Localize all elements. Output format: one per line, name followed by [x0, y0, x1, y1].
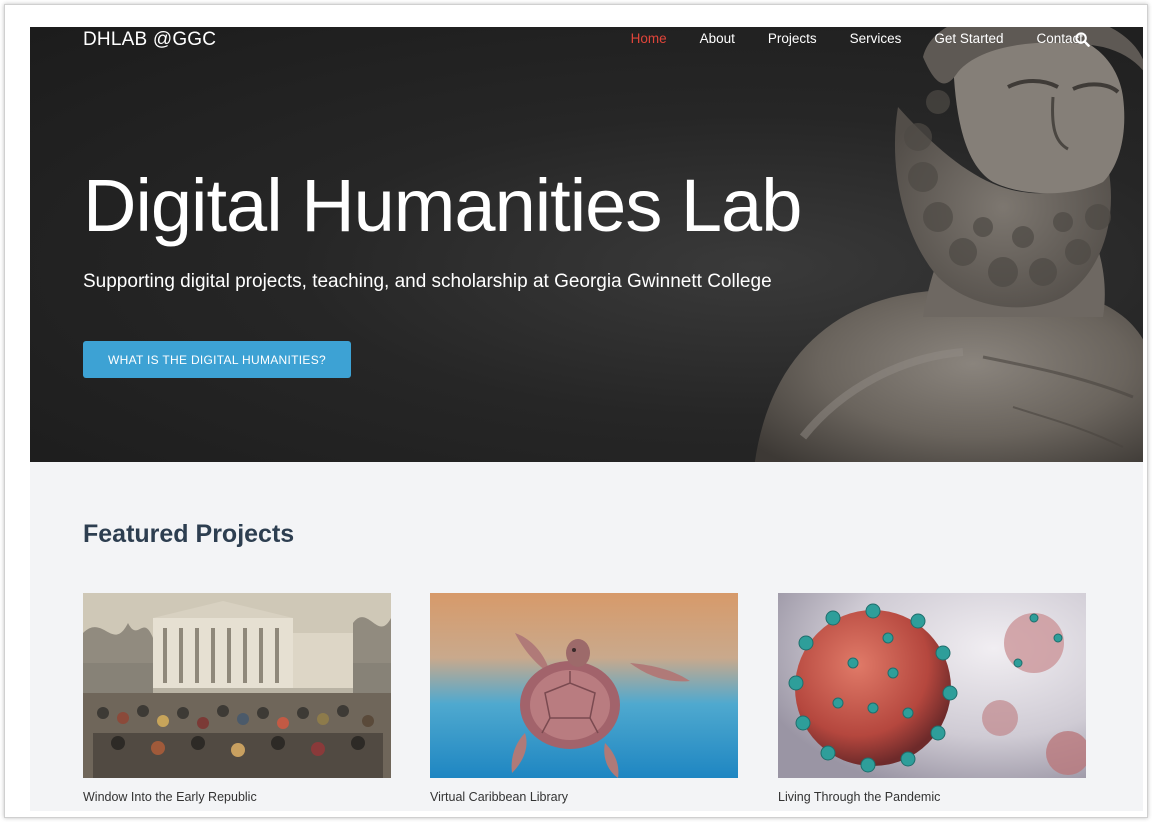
search-icon[interactable] [1075, 32, 1091, 48]
main-nav: Home About Projects Services Get Started… [598, 31, 1083, 46]
project-card-early-republic[interactable]: Window Into the Early Republic [83, 593, 391, 804]
nav-home[interactable]: Home [631, 31, 667, 46]
nav-projects[interactable]: Projects [768, 31, 817, 46]
early-republic-image [83, 593, 391, 778]
nav-about[interactable]: About [700, 31, 735, 46]
project-title[interactable]: Window Into the Early Republic [83, 790, 391, 804]
page: DHLAB @GGC Home About Projects Services … [30, 27, 1143, 811]
hero-section: DHLAB @GGC Home About Projects Services … [30, 27, 1143, 462]
sea-turtle-image [430, 593, 738, 778]
project-card-caribbean-library[interactable]: Virtual Caribbean Library [430, 593, 738, 804]
site-brand[interactable]: DHLAB @GGC [83, 29, 216, 51]
project-title[interactable]: Virtual Caribbean Library [430, 790, 738, 804]
hero-subtitle: Supporting digital projects, teaching, a… [83, 271, 772, 292]
nav-services[interactable]: Services [850, 31, 902, 46]
featured-projects-heading: Featured Projects [83, 520, 295, 548]
coronavirus-image [778, 593, 1086, 778]
project-title[interactable]: Living Through the Pandemic [778, 790, 1086, 804]
hero-title: Digital Humanities Lab [83, 164, 802, 247]
browser-frame: DHLAB @GGC Home About Projects Services … [4, 4, 1148, 818]
what-is-dh-button[interactable]: WHAT IS THE DIGITAL HUMANITIES? [83, 341, 351, 378]
project-card-pandemic[interactable]: Living Through the Pandemic [778, 593, 1086, 804]
nav-get-started[interactable]: Get Started [934, 31, 1003, 46]
